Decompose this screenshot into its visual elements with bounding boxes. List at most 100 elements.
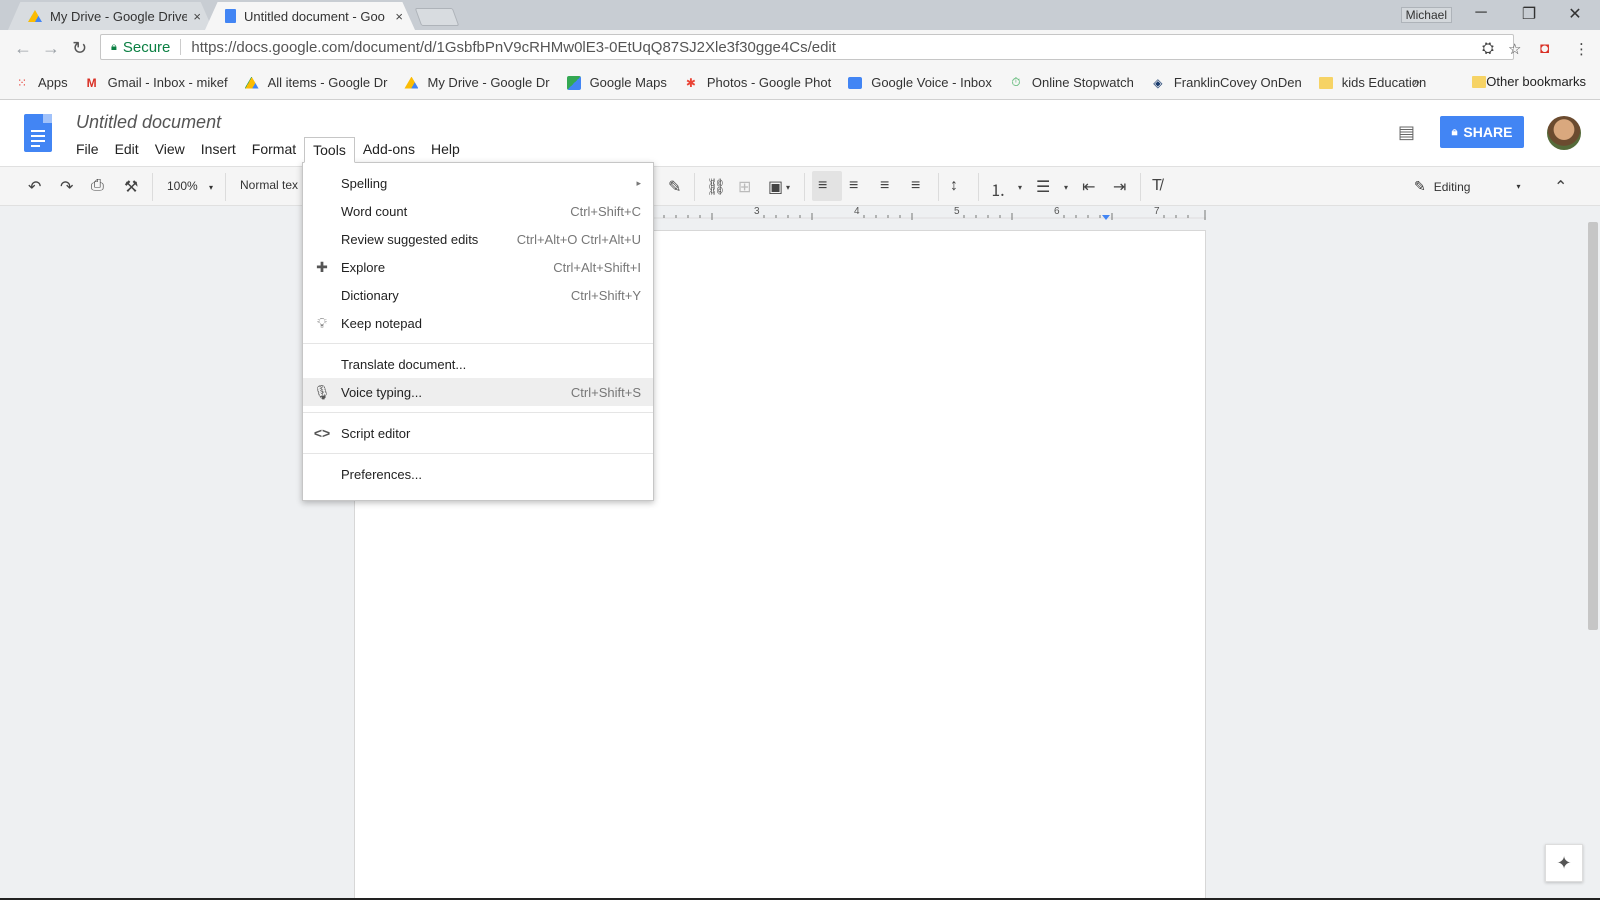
browser-toolbar: ← → ↻ 🔒︎ Secure https://docs.google.com/… [0,30,1600,66]
url-text[interactable]: https://docs.google.com/document/d/1Gsbf… [191,39,836,56]
menu-item-script-editor[interactable]: <> Script editor [303,419,653,447]
menu-item-spelling[interactable]: Spelling ▸ [303,169,653,197]
menu-separator [303,453,653,454]
menu-item-translate-document[interactable]: Translate document... [303,350,653,378]
menu-item-word-count[interactable]: Word count Ctrl+Shift+C [303,197,653,225]
extension-icon[interactable]: ⛭ [1482,40,1494,57]
print-icon[interactable]: ⎙ [91,177,104,195]
share-button[interactable]: 🔒︎ SHARE [1440,116,1524,148]
bookmark-my-drive[interactable]: My Drive - Google Dr [403,75,550,91]
window-close-icon[interactable]: ✕ [1552,4,1598,24]
comments-icon[interactable]: ▤ [1398,122,1415,143]
minimize-icon[interactable]: ─ [1458,4,1504,22]
decrease-indent-icon[interactable]: ⇤ [1082,177,1095,197]
menu-help[interactable]: Help [423,137,468,163]
google-drive-icon [403,75,419,91]
lightbulb-icon: 💡︎ [317,314,327,331]
address-bar[interactable]: 🔒︎ Secure https://docs.google.com/docume… [100,34,1514,60]
bookmark-label: Gmail - Inbox - mikef [107,75,228,90]
chrome-menu-icon[interactable]: ⋮ [1574,40,1589,58]
menu-view[interactable]: View [147,137,193,163]
bookmark-online-stopwatch[interactable]: ⏱︎ Online Stopwatch [1008,75,1134,91]
vertical-scrollbar[interactable] [1588,222,1598,630]
bookmark-google-voice[interactable]: Google Voice - Inbox [847,75,992,91]
menu-item-explore[interactable]: ✚ Explore Ctrl+Alt+Shift+I [303,253,653,281]
back-icon[interactable]: ← [14,38,32,59]
avatar[interactable] [1547,116,1581,150]
menu-edit[interactable]: Edit [107,137,147,163]
menu-add-ons[interactable]: Add-ons [355,137,423,163]
bookmarks-overflow-icon[interactable]: » [1413,74,1420,89]
submenu-arrow-icon: ▸ [636,177,641,188]
menu-insert[interactable]: Insert [193,137,244,163]
chevron-down-icon[interactable]: ▾ [786,183,790,192]
insert-image-icon[interactable]: ▣ [768,177,783,197]
ruler-number: 6 [1054,206,1060,217]
menu-tools[interactable]: Tools [304,137,355,163]
chevron-down-icon[interactable]: ▾ [1064,183,1068,192]
menu-item-preferences[interactable]: Preferences... [303,460,653,488]
bookmark-kids-education[interactable]: kids Education [1318,75,1426,91]
close-tab-icon[interactable]: × [395,9,403,24]
document-title[interactable]: Untitled document [76,112,221,133]
numbered-list-icon[interactable]: ⒈ [990,177,1006,201]
other-bookmarks[interactable]: Other bookmarks [1472,74,1586,89]
zoom-select[interactable]: 100% ▾ [167,179,213,193]
profile-name[interactable]: Michael [1400,7,1452,23]
browser-tab-my-drive[interactable]: My Drive - Google Drive × [8,2,213,30]
menu-item-label: Script editor [341,425,411,441]
bookmark-all-items-drive[interactable]: All items - Google Dr [244,75,387,91]
browser-tab-untitled-document[interactable]: Untitled document - Goo × [205,2,415,30]
highlight-color-icon[interactable]: ✎ [668,177,681,197]
bookmark-gmail[interactable]: M Gmail - Inbox - mikef [84,75,228,91]
bookmark-label: Google Voice - Inbox [871,75,992,90]
bookmark-google-photos[interactable]: ✱ Photos - Google Phot [683,75,831,91]
docs-header: Untitled document File Edit View Insert … [0,100,1600,166]
ruler[interactable]: 3 4 5 6 7 [654,206,1206,224]
pocket-extension-icon[interactable]: ◘ [1540,40,1549,57]
microphone-icon: 🎙︎ [313,383,331,400]
menu-item-shortcut: Ctrl+Shift+S [570,384,641,400]
bulleted-list-icon[interactable]: ☰ [1036,177,1050,197]
forward-icon[interactable]: → [42,38,60,59]
menu-item-dictionary[interactable]: Dictionary Ctrl+Shift+Y [303,281,653,309]
align-right-icon[interactable]: ≡ [880,177,889,195]
paragraph-style-select[interactable]: Normal tex [240,178,298,192]
bookmark-apps[interactable]: ⁙ Apps [14,75,68,91]
undo-icon[interactable]: ↶ [28,177,41,197]
explore-button[interactable]: ✦ [1545,844,1583,882]
line-spacing-icon[interactable]: ↕ [950,177,958,195]
add-comment-icon[interactable]: ⊞ [738,177,751,197]
chevron-down-icon[interactable]: ▾ [1018,183,1022,192]
restore-icon[interactable]: ❐ [1506,4,1552,24]
editing-mode-select[interactable]: ✎ Editing ▾ [1414,178,1520,195]
divider [152,173,153,201]
clear-formatting-icon[interactable]: T̸ [1152,177,1162,195]
google-docs-logo-icon[interactable] [24,114,52,152]
bookmarks-bar: ⁙ Apps M Gmail - Inbox - mikef All items… [0,66,1600,100]
insert-link-icon[interactable]: ⛓ [706,177,726,197]
align-left-icon[interactable]: ≡ [818,177,827,195]
bookmark-google-maps[interactable]: Google Maps [566,75,667,91]
close-tab-icon[interactable]: × [193,9,201,24]
google-photos-icon: ✱ [685,75,696,90]
menu-item-label: Keep notepad [341,315,422,331]
franklincovey-icon: ◈ [1153,75,1163,90]
redo-icon[interactable]: ↷ [60,177,73,197]
menu-item-keep-notepad[interactable]: 💡︎ Keep notepad [303,309,653,337]
menu-item-voice-typing[interactable]: 🎙︎ Voice typing... Ctrl+Shift+S [303,378,653,406]
increase-indent-icon[interactable]: ⇥ [1113,177,1126,197]
reload-icon[interactable]: ↻ [72,38,87,59]
menu-item-review-suggested-edits[interactable]: Review suggested edits Ctrl+Alt+O Ctrl+A… [303,225,653,253]
paint-format-icon[interactable]: ⚒ [124,177,138,197]
justify-icon[interactable]: ≡ [911,177,920,195]
new-tab-button[interactable] [414,8,460,26]
menu-file[interactable]: File [68,137,107,163]
collapse-menus-icon[interactable]: ⌃ [1554,177,1567,197]
menu-item-label: Spelling [341,175,388,191]
star-bookmark-icon[interactable]: ☆ [1508,40,1521,58]
menu-item-label: Dictionary [341,287,399,303]
align-center-icon[interactable]: ≡ [849,177,858,195]
bookmark-franklincovey[interactable]: ◈ FranklinCovey OnDen [1150,75,1302,91]
menu-format[interactable]: Format [244,137,304,163]
